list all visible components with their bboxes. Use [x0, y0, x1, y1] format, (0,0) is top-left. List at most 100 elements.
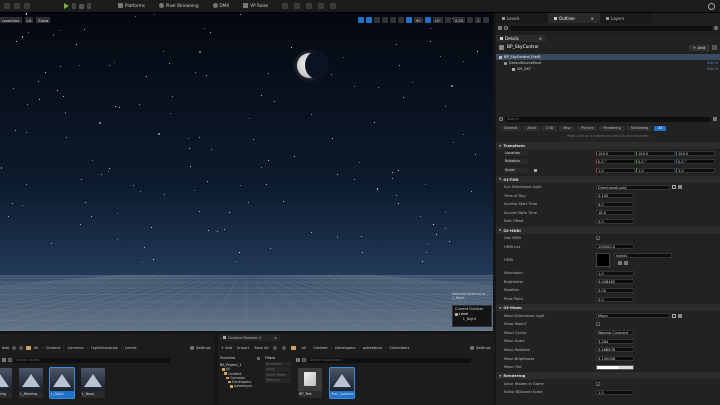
dmx-button[interactable]: DMX [212, 3, 229, 8]
pivot-point-field[interactable]: 0.0 [596, 296, 634, 302]
camera-speed-icon[interactable] [466, 17, 473, 23]
build-icon[interactable] [318, 3, 324, 9]
section-header-hdri[interactable]: ▼ 02-HDRI [496, 226, 720, 234]
cb2-filter-icon[interactable] [296, 358, 300, 362]
use-hdri-checkbox[interactable]: ✓ [596, 236, 600, 241]
rotation-dropdown[interactable]: Rotation [504, 159, 528, 165]
rotation-z-field[interactable]: 0.0 ° [676, 159, 715, 165]
launch-options-icon[interactable] [87, 3, 91, 9]
scale-x-field[interactable]: 1.0 [596, 167, 635, 173]
filter-item[interactable]: Material [265, 378, 291, 383]
cb2-import-button[interactable]: Import [237, 346, 249, 350]
moon-rotation-field[interactable]: 0.468878 [596, 347, 634, 353]
settings-icon[interactable] [708, 3, 715, 10]
details-close-icon[interactable]: × [539, 36, 542, 41]
grid-size-value[interactable]: 90 [414, 17, 423, 23]
sunset-state-time-field[interactable]: 18.0 [596, 210, 634, 216]
scale-snap-value[interactable]: 0.25 [452, 17, 465, 23]
lock-icon[interactable] [534, 168, 537, 172]
breadcrumb-item[interactable]: Developers [335, 346, 355, 350]
grid-snap-icon[interactable] [406, 17, 412, 23]
sunrise-start-time-field[interactable]: 6.0 [596, 201, 634, 207]
current-outliner-box[interactable]: Current Outliner Level L_Night [452, 305, 492, 327]
picker-icon[interactable] [678, 185, 682, 190]
blueprint-icon[interactable] [24, 3, 30, 9]
filter-tab-rendering[interactable]: Rendering [599, 126, 625, 131]
add-button[interactable]: Add [2, 346, 9, 350]
filter-item[interactable]: Level [265, 367, 291, 372]
reset-icon[interactable] [624, 260, 628, 265]
source-control-icon[interactable] [306, 3, 312, 9]
rotation-x-field[interactable]: 0.0 ° [596, 159, 635, 165]
translate-icon[interactable] [366, 17, 372, 23]
blueprint-edit-icon[interactable] [712, 45, 717, 50]
add-component-button[interactable]: + Add [689, 44, 709, 51]
section-header-tod[interactable]: ▼ 01-TOD [496, 175, 720, 183]
scale-icon[interactable] [382, 17, 388, 23]
tab-outliner[interactable]: Outliner × [548, 13, 600, 23]
select-mode-icon[interactable] [4, 3, 10, 9]
cb-settings-icon[interactable] [190, 346, 194, 350]
moon-scale-field[interactable]: 3.284 [596, 338, 634, 344]
hidden-in-game-checkbox[interactable]: ✓ [596, 381, 600, 387]
sequencer-icon[interactable] [294, 3, 300, 9]
cb2-save-all-button[interactable]: Save All [254, 346, 268, 350]
cinematics-icon[interactable] [330, 3, 336, 9]
rotation-field[interactable]: 0.00 [596, 287, 634, 293]
edit-in-link[interactable]: Edit in [707, 61, 720, 65]
moon-brightness-field[interactable]: 0.190008 [596, 356, 634, 362]
favorites-header[interactable]: Favorites [220, 356, 235, 360]
play-icon[interactable] [64, 3, 69, 9]
scale-dropdown[interactable]: Scale [504, 167, 528, 173]
filter-tab-physics[interactable]: Physics [576, 126, 598, 131]
tab-details[interactable]: Details × [496, 35, 546, 42]
history-back-icon[interactable] [11, 346, 16, 350]
rotation-y-field[interactable]: 0.0 ° [636, 159, 675, 165]
tab-content-browser-2[interactable]: Content Browser 2 × [220, 334, 280, 341]
breadcrumb-item[interactable]: Content [46, 346, 60, 350]
east-offset-field[interactable]: 0.0 [596, 218, 634, 224]
filter-tab-general[interactable]: General [500, 126, 522, 131]
modes-icon[interactable] [282, 3, 288, 9]
world-local-icon[interactable] [390, 17, 396, 23]
viewport-perspective-menu[interactable]: rspective [0, 17, 22, 23]
add-actor-icon[interactable] [14, 3, 20, 9]
cb2-settings-button[interactable]: Settings [476, 346, 491, 350]
location-y-field[interactable]: 100.0 [636, 150, 675, 156]
breadcrumb-item[interactable]: Common [68, 346, 84, 350]
breadcrumb-item[interactable]: All [34, 346, 38, 350]
tab-layers[interactable]: Layers [600, 13, 652, 23]
filter-tab-actor[interactable]: Actor [523, 126, 541, 131]
details-view-options-icon[interactable] [713, 117, 717, 121]
sun-directional-light-field[interactable]: DirectionalLight [596, 184, 670, 190]
breadcrumb-item[interactable]: Collections [390, 346, 410, 350]
filter-tab-all[interactable]: All [654, 126, 667, 131]
cb2-add-button[interactable]: + Add [221, 346, 232, 350]
viewport-show-menu[interactable]: Show [36, 17, 51, 23]
show-moon-checkbox[interactable]: ✓ [596, 322, 600, 327]
asset-tile[interactable]: Test_Updates [329, 367, 355, 399]
history-forward-icon[interactable] [18, 346, 23, 350]
cb-settings-button[interactable]: Settings [196, 346, 211, 350]
hdri-asset-field[interactable]: night1 [614, 252, 672, 258]
location-z-field[interactable]: 100.0 [676, 150, 715, 156]
folder-tree-item[interactable]: pakeetpuri [220, 384, 260, 388]
viewport-lit-menu[interactable]: Lit [24, 17, 34, 23]
time-of-day-field[interactable]: 0.100 [596, 193, 634, 199]
select-icon[interactable] [358, 17, 364, 23]
brightness-field[interactable]: 0.008462 [596, 279, 634, 285]
favorites-search-icon[interactable] [257, 356, 260, 360]
asset-tile[interactable]: L_Noon [81, 368, 105, 398]
cb-filter-icon[interactable] [2, 358, 6, 362]
camera-speed-value[interactable]: 1 [474, 17, 482, 23]
cb2-close-icon[interactable]: × [274, 336, 277, 340]
filter-item[interactable]: Blueprint [265, 361, 291, 366]
breadcrumb-item[interactable]: Levels [125, 346, 136, 350]
outliner-search-input[interactable] [510, 25, 712, 31]
moon-directional-light-field[interactable]: Moon [596, 313, 670, 319]
browse-icon[interactable] [672, 313, 676, 318]
surface-snap-icon[interactable] [398, 17, 404, 23]
outliner-settings-icon[interactable] [714, 26, 718, 30]
section-header-rendering[interactable]: ▼ Rendering [496, 372, 720, 380]
filter-tab-misc[interactable]: Misc [559, 126, 575, 131]
